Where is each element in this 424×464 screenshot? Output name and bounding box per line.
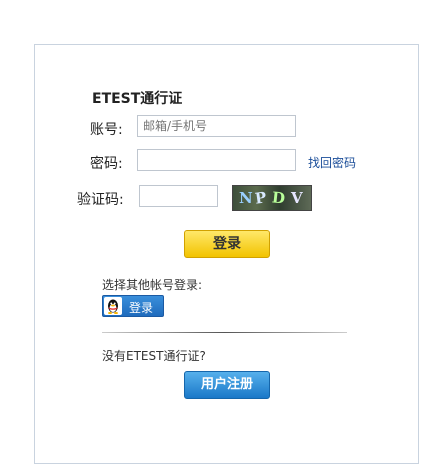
login-button[interactable]: 登录 — [184, 230, 270, 258]
register-prompt: 没有ETEST通行证? — [102, 349, 206, 363]
captcha-char: V — [291, 189, 303, 207]
form-title: ETEST通行证 — [92, 91, 183, 107]
captcha-image[interactable]: N P D V — [232, 185, 312, 211]
captcha-char: D — [271, 188, 286, 208]
password-label: 密码: — [90, 156, 123, 172]
captcha-char: N — [239, 189, 253, 207]
account-input[interactable] — [137, 115, 296, 137]
qq-penguin-icon — [104, 297, 122, 315]
forgot-password-link[interactable]: 找回密码 — [308, 154, 356, 171]
captcha-input[interactable] — [139, 185, 218, 207]
captcha-char: P — [253, 188, 268, 208]
other-login-prompt: 选择其他帐号登录: — [102, 278, 203, 292]
captcha-label: 验证码: — [77, 192, 124, 208]
qq-login-button[interactable]: 登录 — [102, 295, 164, 317]
divider — [102, 332, 347, 333]
password-input[interactable] — [137, 149, 296, 171]
account-label: 账号: — [90, 122, 123, 138]
register-button[interactable]: 用户注册 — [184, 371, 270, 399]
qq-login-label: 登录 — [129, 301, 154, 315]
